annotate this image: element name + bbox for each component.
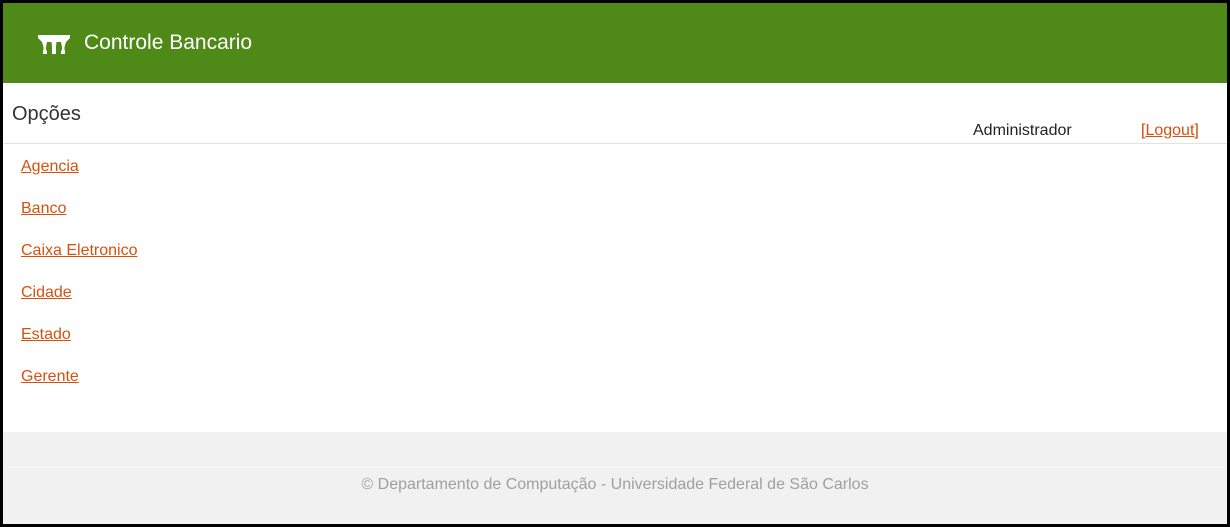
- header-divider: [3, 143, 1227, 144]
- estado-link[interactable]: Estado: [21, 326, 71, 343]
- menu-item-gerente: Gerente: [21, 367, 138, 409]
- menu-item-agencia: Agencia: [21, 157, 138, 199]
- footer-divider: [3, 467, 1227, 468]
- menu-item-banco: Banco: [21, 199, 138, 241]
- app-window: Controle Bancario Opções Administrador […: [3, 3, 1227, 524]
- menu-item-estado: Estado: [21, 325, 138, 367]
- app-title: Controle Bancario: [84, 31, 253, 54]
- logout-area: [Logout]: [1141, 121, 1199, 141]
- footer: © Departamento de Computação - Universid…: [3, 432, 1227, 524]
- bank-logo-icon: [38, 35, 70, 54]
- logout-bracket-close: ]: [1194, 122, 1199, 139]
- options-menu: Agencia Banco Caixa Eletronico Cidade Es…: [21, 157, 138, 409]
- logout-link[interactable]: Logout: [1145, 122, 1194, 139]
- caixa-eletronico-link[interactable]: Caixa Eletronico: [21, 242, 138, 259]
- cidade-link[interactable]: Cidade: [21, 284, 72, 301]
- menu-item-caixa-eletronico: Caixa Eletronico: [21, 241, 138, 283]
- top-bar: Controle Bancario: [3, 3, 1227, 83]
- menu-item-cidade: Cidade: [21, 283, 138, 325]
- agencia-link[interactable]: Agencia: [21, 158, 79, 175]
- banco-link[interactable]: Banco: [21, 200, 66, 217]
- gerente-link[interactable]: Gerente: [21, 368, 79, 385]
- footer-copyright: © Departamento de Computação - Universid…: [361, 476, 869, 493]
- options-heading: Opções: [12, 103, 81, 125]
- user-name: Administrador: [973, 122, 1072, 139]
